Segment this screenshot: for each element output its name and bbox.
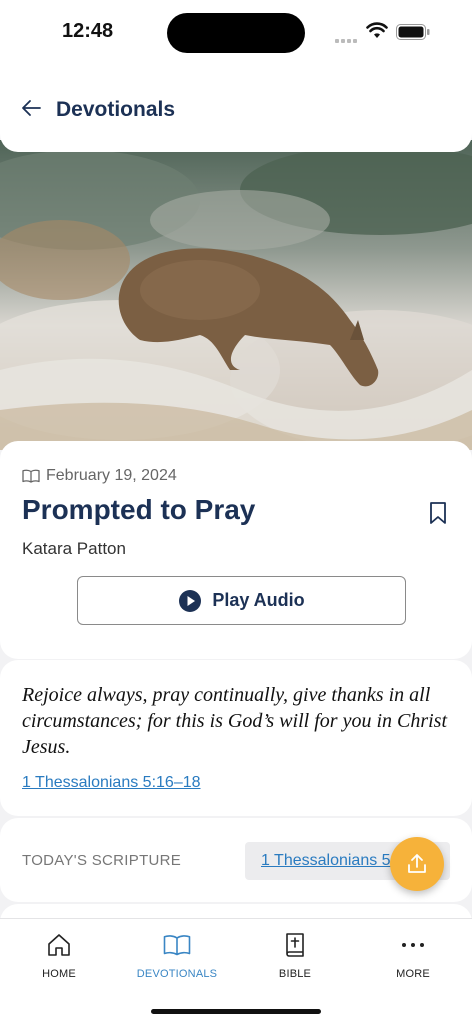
app-header: Devotionals bbox=[0, 60, 472, 152]
open-book-icon bbox=[163, 935, 191, 956]
status-time: 12:48 bbox=[62, 20, 114, 42]
play-icon bbox=[179, 589, 202, 612]
more-icon bbox=[402, 943, 424, 947]
devotional-author: Katara Patton bbox=[22, 539, 126, 558]
bookmark-icon[interactable] bbox=[428, 501, 448, 525]
tab-bible-label: BIBLE bbox=[278, 968, 312, 980]
devotional-card: February 19, 2024 Prompted to Pray Katar… bbox=[0, 441, 472, 659]
status-bar: 12:48 bbox=[0, 0, 472, 60]
back-arrow-icon[interactable] bbox=[20, 98, 42, 118]
battery-icon bbox=[396, 24, 430, 40]
tab-devotionals-label: DEVOTIONALS bbox=[136, 968, 218, 980]
wifi-icon bbox=[366, 22, 388, 38]
page-title: Devotionals bbox=[56, 98, 176, 121]
share-icon bbox=[408, 854, 426, 873]
key-verse-card: Rejoice always, pray continually, give t… bbox=[0, 660, 472, 816]
tab-devotionals[interactable]: DEVOTIONALS bbox=[118, 931, 236, 980]
tab-home-label: HOME bbox=[42, 968, 76, 980]
tab-home[interactable]: HOME bbox=[0, 931, 118, 980]
todays-scripture-label: TODAY'S SCRIPTURE bbox=[22, 852, 182, 869]
cellular-signal-icon bbox=[335, 30, 359, 43]
devotional-hero-image bbox=[0, 140, 472, 450]
devotional-title: Prompted to Pray bbox=[22, 494, 256, 525]
open-book-icon bbox=[22, 469, 40, 483]
home-indicator bbox=[151, 1009, 321, 1014]
share-button[interactable] bbox=[390, 837, 444, 891]
screen: 12:48 Devotionals February 19, 2024 Prom… bbox=[0, 0, 472, 1024]
play-audio-button[interactable]: Play Audio bbox=[77, 576, 406, 625]
bible-icon bbox=[286, 933, 304, 957]
home-icon bbox=[48, 934, 70, 956]
tab-more[interactable]: MORE bbox=[354, 931, 472, 980]
dynamic-island bbox=[167, 13, 305, 53]
tab-more-label: MORE bbox=[396, 968, 430, 980]
tab-bible[interactable]: BIBLE bbox=[236, 931, 354, 980]
key-verse-text: Rejoice always, pray continually, give t… bbox=[22, 684, 448, 758]
key-verse-reference-link[interactable]: 1 Thessalonians 5:16–18 bbox=[22, 774, 201, 792]
devotional-date: February 19, 2024 bbox=[46, 467, 177, 484]
date-row: February 19, 2024 bbox=[22, 467, 177, 485]
play-audio-label: Play Audio bbox=[212, 590, 305, 610]
